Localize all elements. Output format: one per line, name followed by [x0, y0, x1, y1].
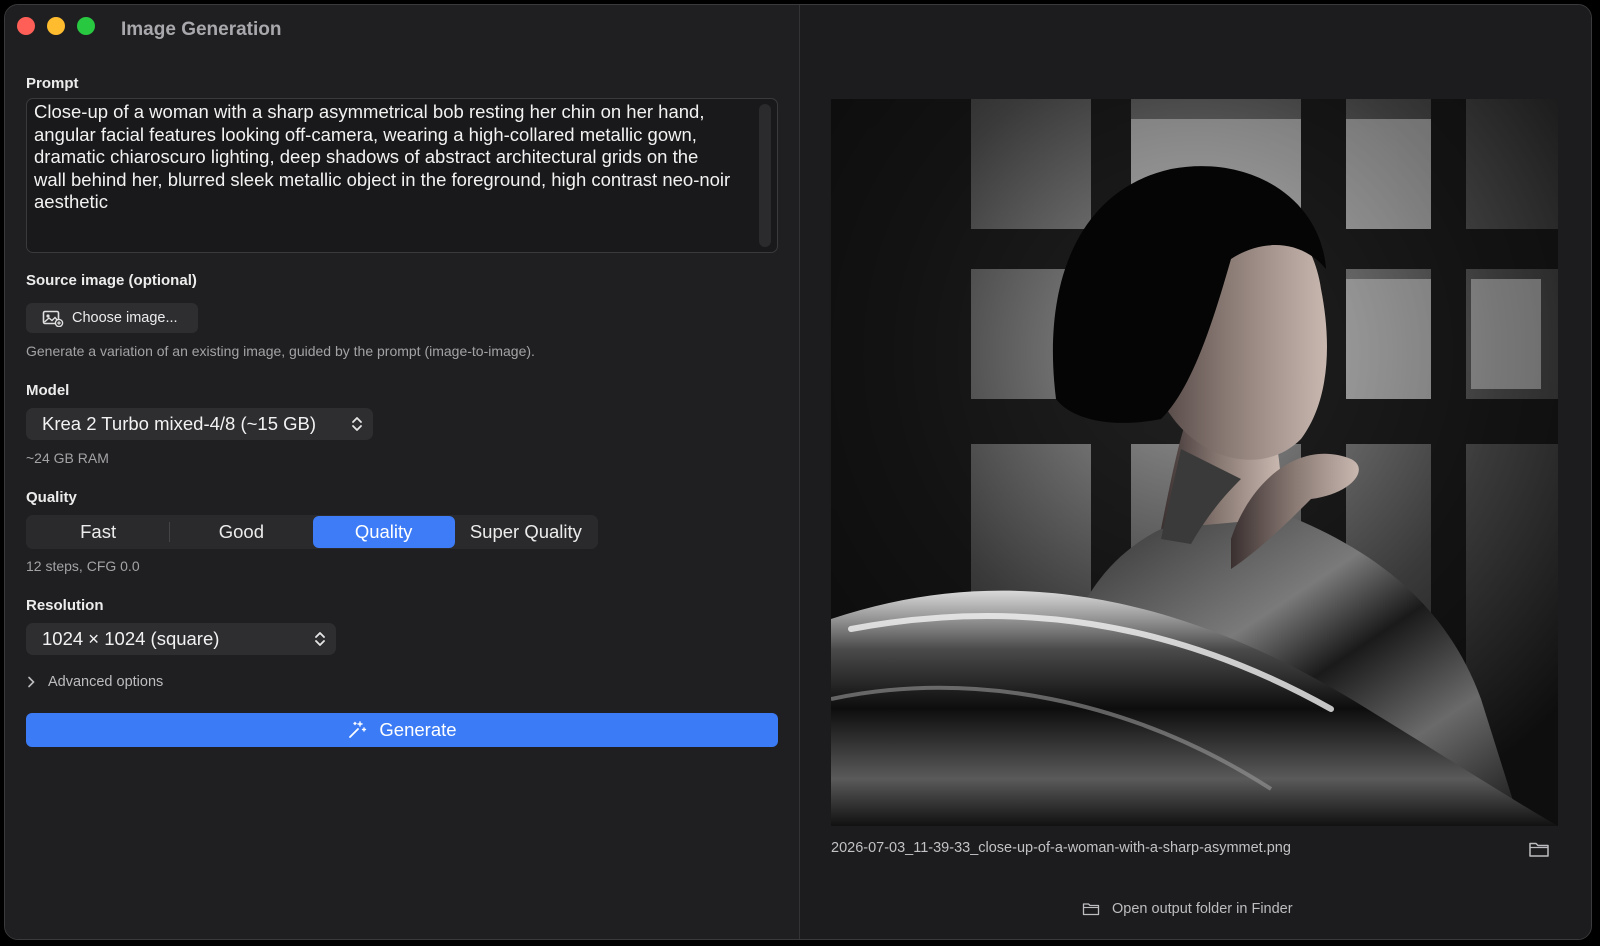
quality-label: Quality — [26, 489, 77, 506]
model-label: Model — [26, 382, 70, 399]
resolution-label: Resolution — [26, 597, 104, 614]
resolution-select-value: 1024 × 1024 (square) — [42, 628, 220, 649]
open-output-folder-button[interactable]: Open output folder in Finder — [1082, 901, 1293, 917]
quality-option-good[interactable]: Good — [170, 516, 312, 548]
model-select-value: Krea 2 Turbo mixed-4/8 (~15 GB) — [42, 413, 317, 434]
quality-option-fast[interactable]: Fast — [27, 516, 169, 548]
minimize-window-button[interactable] — [47, 17, 65, 35]
resolution-select[interactable]: 1024 × 1024 (square) — [26, 623, 336, 655]
generated-image-artwork — [831, 99, 1558, 826]
prompt-textarea[interactable]: Close-up of a woman with a sharp asymmet… — [26, 98, 778, 253]
prompt-text: Close-up of a woman with a sharp asymmet… — [34, 101, 731, 212]
open-output-folder-label: Open output folder in Finder — [1112, 901, 1293, 917]
advanced-options-label: Advanced options — [48, 674, 164, 690]
close-window-button[interactable] — [17, 17, 35, 35]
window-title: Image Generation — [121, 19, 282, 40]
source-image-help: Generate a variation of an existing imag… — [26, 343, 535, 359]
output-filename: 2026-07-03_11-39-33_close-up-of-a-woman-… — [831, 840, 1291, 856]
model-ram-note: ~24 GB RAM — [26, 450, 109, 466]
app-window: Image Generation Prompt Close-up of a wo… — [4, 4, 1592, 940]
quality-option-super-quality[interactable]: Super Quality — [455, 516, 597, 548]
generate-button[interactable]: Generate — [26, 713, 778, 747]
prompt-scrollbar[interactable] — [759, 104, 771, 247]
folder-icon[interactable] — [1528, 840, 1550, 858]
zoom-window-button[interactable] — [77, 17, 95, 35]
folder-icon — [1082, 903, 1100, 916]
magic-wand-icon — [349, 721, 367, 738]
chevron-up-down-icon — [315, 632, 325, 646]
photo-icon — [42, 310, 64, 327]
choose-image-button[interactable]: Choose image... — [26, 303, 198, 333]
generate-label: Generate — [379, 719, 457, 740]
advanced-options-disclosure[interactable]: Advanced options — [26, 674, 163, 690]
quality-option-quality[interactable]: Quality — [312, 516, 455, 548]
window-controls — [17, 17, 95, 35]
prompt-label: Prompt — [26, 75, 79, 92]
source-image-label: Source image (optional) — [26, 272, 197, 289]
settings-panel: Image Generation Prompt Close-up of a wo… — [5, 5, 799, 939]
chevron-up-down-icon — [352, 417, 362, 431]
choose-image-label: Choose image... — [72, 310, 178, 326]
chevron-right-icon — [28, 676, 35, 688]
output-panel: 2026-07-03_11-39-33_close-up-of-a-woman-… — [800, 5, 1591, 939]
model-select[interactable]: Krea 2 Turbo mixed-4/8 (~15 GB) — [26, 408, 373, 440]
generated-image — [831, 99, 1558, 826]
quality-segmented-control: Fast Good Quality Super Quality — [26, 515, 598, 549]
quality-steps-note: 12 steps, CFG 0.0 — [26, 558, 140, 574]
